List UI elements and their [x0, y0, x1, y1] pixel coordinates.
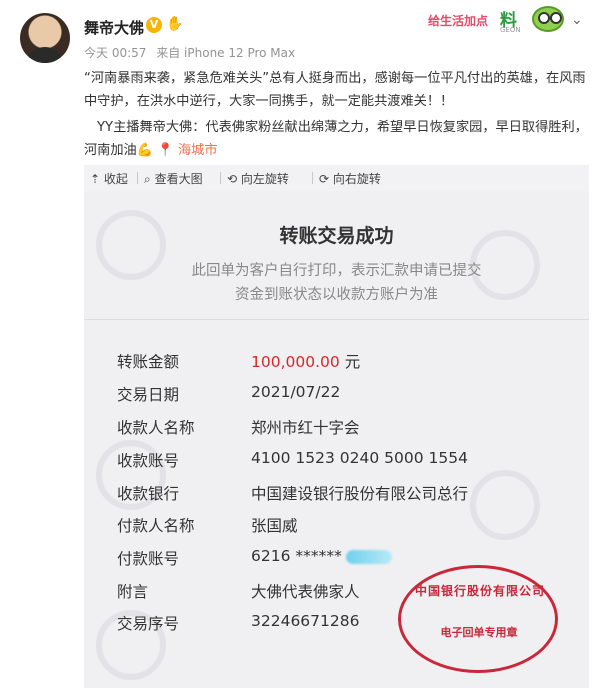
- rotate-right-label: 向右旋转: [332, 172, 381, 186]
- row-value-date: 2021/07/22: [251, 383, 341, 401]
- row-label-serial: 交易序号: [117, 615, 180, 633]
- receipt-note: 此回单为客户自行打印，表示汇款申请已提交 资金到账状态以收款方账户为准: [84, 259, 589, 307]
- row-value-payer-account: 6216 ******: [251, 547, 392, 565]
- row-value-payee-bank: 中国建设银行股份有限公司总行: [251, 485, 469, 503]
- brand-sub: GEON: [500, 26, 521, 34]
- rotate-left-label: 向左旋转: [240, 172, 289, 186]
- muscle-icon: 💪: [136, 142, 154, 158]
- receipt-title: 转账交易成功: [279, 225, 394, 247]
- row-value-serial: 32246671286: [251, 612, 360, 630]
- rotate-right-button[interactable]: ⟳ 向右旋转: [319, 170, 381, 187]
- location-link[interactable]: 📍 海城市: [157, 143, 217, 158]
- row-value-amount: 100,000.00 元: [251, 350, 360, 372]
- username[interactable]: 舞帝大佛: [84, 17, 144, 38]
- toolbar-divider: [137, 172, 138, 184]
- payer-account-text: 6216 ******: [251, 547, 342, 565]
- receipt-note-line-1: 此回单为客户自行打印，表示汇款申请已提交: [191, 263, 482, 279]
- chevron-down-icon[interactable]: ⌄: [571, 12, 583, 28]
- row-label-payee-bank: 收款银行: [117, 485, 180, 503]
- row-label-payer-account: 付款账号: [117, 550, 180, 568]
- brand-badge: 给生活加点 料 GEON: [428, 6, 528, 36]
- clap-icon: ✋: [166, 16, 184, 32]
- verified-badge-icon: V: [146, 17, 162, 33]
- magnifier-icon: ⌕: [144, 172, 151, 186]
- toolbar-divider: [312, 172, 313, 184]
- post-paragraph-1: “河南暴雨来袭，紧急危难关头”总有人挺身而出，感谢每一位平凡付出的英雄，在风雨中…: [84, 71, 586, 109]
- row-value-payee-account: 4100 1523 0240 5000 1554: [251, 449, 468, 467]
- post-text: “河南暴雨来袭，紧急危难关头”总有人挺身而出，感谢每一位平凡付出的英雄，在风雨中…: [84, 68, 589, 162]
- row-value-memo: 大佛代表佛家人: [251, 583, 360, 601]
- frog-mascot-icon: [532, 6, 564, 32]
- amount-value: 100,000.00: [251, 353, 340, 371]
- collapse-label: 收起: [103, 172, 128, 186]
- row-label-date: 交易日期: [117, 386, 180, 404]
- stamp-bottom-text: 电子回单专用章: [440, 626, 518, 639]
- collapse-button[interactable]: ⇡ 收起: [90, 170, 128, 187]
- bank-seal-stamp: 中国银行股份有限公司 电子回单专用章: [398, 565, 558, 673]
- post-header: 舞帝大佛 V ✋ 今天 00:57 来自 iPhone 12 Pro Max 给…: [0, 0, 601, 68]
- post-paragraph-2: YY主播舞帝大佛：代表佛家粉丝献出绵薄之力，希望早日恢复家园，早日取得胜利，河南…: [84, 117, 589, 162]
- receipt-note-line-2: 资金到账状态以收款方账户为准: [235, 287, 438, 303]
- row-label-payee-name: 收款人名称: [117, 419, 195, 437]
- redaction-blur: [345, 549, 392, 564]
- row-label-memo: 附言: [117, 583, 149, 601]
- image-toolbar: ⇡ 收起 ⌕ 查看大图 ⟲ 向左旋转 ⟳ 向右旋转: [84, 165, 589, 191]
- view-large-label: 查看大图: [154, 172, 203, 186]
- view-large-button[interactable]: ⌕ 查看大图: [144, 170, 203, 187]
- rotate-right-icon: ⟳: [319, 172, 330, 186]
- post-meta: 今天 00:57 来自 iPhone 12 Pro Max: [84, 44, 301, 61]
- avatar[interactable]: [20, 13, 70, 63]
- row-label-payee-account: 收款账号: [117, 452, 180, 470]
- rotate-left-button[interactable]: ⟲ 向左旋转: [227, 170, 289, 187]
- brand-text: 给生活加点: [428, 14, 489, 28]
- stamp-top-text: 中国银行股份有限公司: [415, 584, 546, 598]
- row-value-payer-name: 张国威: [251, 517, 298, 535]
- location-pin-icon: 📍: [157, 142, 174, 158]
- row-value-payee-name: 郑州市红十字会: [251, 419, 360, 437]
- post-time[interactable]: 今天 00:57: [84, 46, 146, 60]
- receipt-divider: [84, 319, 589, 320]
- location-text: 海城市: [178, 142, 218, 158]
- row-label-amount: 转账金额: [117, 353, 180, 371]
- rotate-left-icon: ⟲: [227, 172, 238, 186]
- toolbar-divider: [220, 172, 221, 184]
- row-label-payer-name: 付款人名称: [117, 517, 195, 535]
- post-source: 来自 iPhone 12 Pro Max: [156, 46, 296, 60]
- collapse-icon: ⇡: [90, 172, 101, 186]
- amount-unit: 元: [344, 353, 361, 371]
